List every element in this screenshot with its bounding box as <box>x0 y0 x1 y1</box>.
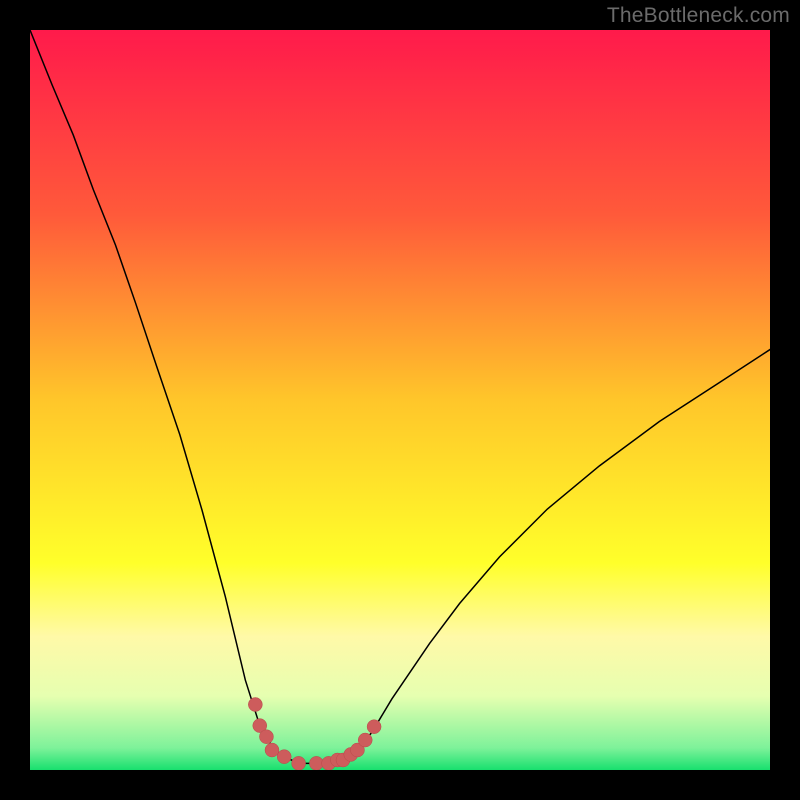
marker-dot <box>309 756 323 770</box>
marker-dot <box>358 733 372 747</box>
marker-dot <box>292 756 306 770</box>
marker-dot <box>265 743 279 757</box>
marker-dot <box>277 750 291 764</box>
watermark-text: TheBottleneck.com <box>607 4 790 28</box>
chart-frame: TheBottleneck.com <box>0 0 800 800</box>
marker-dot <box>259 730 273 744</box>
marker-dot <box>367 720 381 734</box>
plot-area <box>30 30 770 770</box>
gradient-background <box>30 30 770 770</box>
chart-svg <box>30 30 770 770</box>
marker-dot <box>248 698 262 712</box>
